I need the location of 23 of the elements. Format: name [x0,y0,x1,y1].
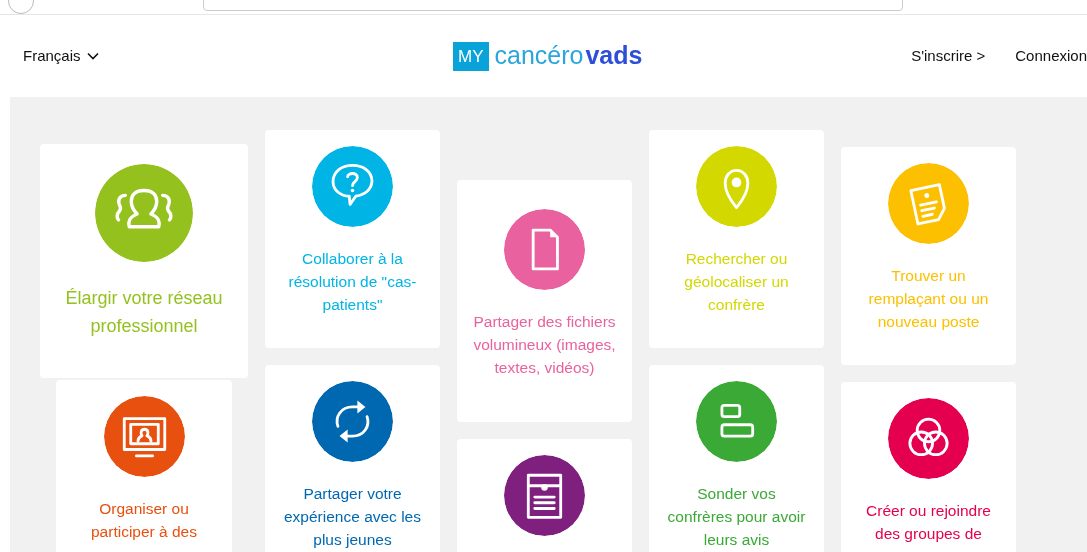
logo-badge: MY [453,41,489,71]
feature-card[interactable]: Partager des fichiers volumineux (images, textes, vidéos) [457,180,632,422]
feature-card[interactable]: Sonder vos confrères pour avoir leurs avis [649,365,824,552]
logo-text: vads [585,41,643,70]
card-title: Créer ou rejoindre des groupes de [865,501,992,544]
logo-text: cancéro [494,41,584,70]
card-title: Organiser ou participer à des [90,499,198,542]
card-title: Trouver un remplaçant ou un nouveau poste [867,266,990,332]
card-title: Sonder vos confrères pour avoir leurs avis [666,484,807,550]
language-selector[interactable]: Français [23,44,81,68]
card-title: Élargir votre réseau professionnel [64,287,224,338]
feature-card[interactable]: Collaborer à la résolution de "cas-patients" [265,130,440,348]
feature-card[interactable]: Partager votre expérience avec les plus jeunes [265,365,440,552]
feature-card[interactable]: Organiser ou participer à des [56,380,232,552]
feature-card[interactable]: Élargir votre réseau professionnel [40,144,248,378]
card-title: Collaborer à la résolution de "cas-patients" [287,249,418,315]
card-title: Partager des fichiers volumineux (images, textes, vidéos) [472,312,617,378]
feature-card[interactable]: Créer ou rejoindre des groupes de [841,382,1016,552]
card-title: Rechercher ou géolocaliser un confrère [683,249,790,315]
login-link[interactable]: Connexion [1015,44,1087,68]
card-title: Partager votre expérience avec les plus jeunes [283,484,422,550]
chevron-down-icon[interactable] [86,52,99,60]
signup-link[interactable]: S'inscrire > [911,44,986,68]
